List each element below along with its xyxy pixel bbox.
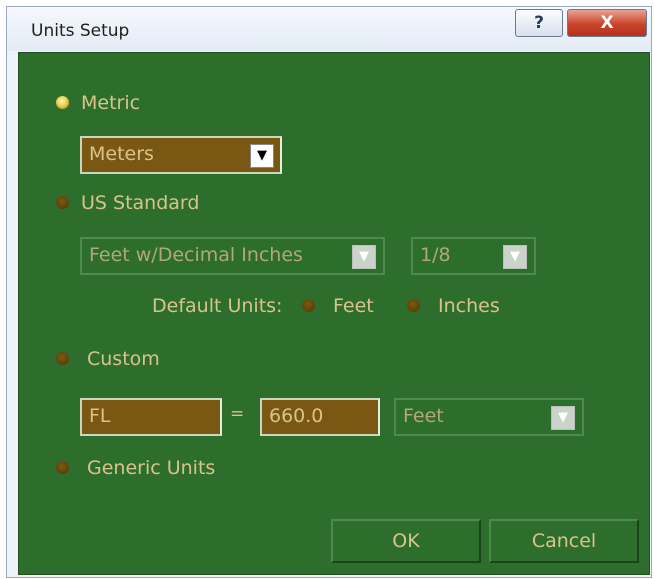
chevron-down-icon[interactable]: ▼ xyxy=(551,406,575,430)
us-fraction-value: 1/8 xyxy=(420,244,451,266)
us-format-value: Feet w/Decimal Inches xyxy=(89,244,303,266)
feet-label[interactable]: Feet xyxy=(333,295,374,317)
chevron-down-icon[interactable]: ▼ xyxy=(503,245,527,269)
us-fraction-dropdown[interactable]: 1/8 ▼ xyxy=(411,237,536,275)
units-panel: Metric Meters ▼ US Standard Feet w/Decim… xyxy=(18,52,650,575)
custom-amount-input[interactable]: 660.0 xyxy=(260,398,380,436)
feet-radio[interactable] xyxy=(302,299,315,312)
ok-label: OK xyxy=(392,530,420,552)
us-standard-label[interactable]: US Standard xyxy=(81,192,199,214)
inches-radio[interactable] xyxy=(407,299,420,312)
chevron-down-icon[interactable]: ▼ xyxy=(250,144,274,168)
chevron-down-icon[interactable]: ▼ xyxy=(352,245,376,269)
cancel-button[interactable]: Cancel xyxy=(489,519,639,563)
title-bar[interactable]: Units Setup ? X xyxy=(7,7,651,51)
units-setup-dialog: Units Setup ? X Metric Meters ▼ US Stand… xyxy=(6,6,652,578)
inches-label[interactable]: Inches xyxy=(438,295,500,317)
ok-button[interactable]: OK xyxy=(331,519,481,563)
custom-amount-value: 660.0 xyxy=(269,405,324,427)
metric-radio[interactable] xyxy=(56,96,69,109)
cancel-label: Cancel xyxy=(531,530,597,552)
close-icon: X xyxy=(600,13,614,33)
metric-label[interactable]: Metric xyxy=(81,92,140,114)
custom-unit-value: Feet xyxy=(403,405,444,427)
custom-unit-dropdown[interactable]: Feet ▼ xyxy=(394,398,584,436)
default-units-label: Default Units: xyxy=(152,295,283,317)
generic-units-label[interactable]: Generic Units xyxy=(87,457,215,479)
us-format-dropdown[interactable]: Feet w/Decimal Inches ▼ xyxy=(80,237,385,275)
us-standard-radio[interactable] xyxy=(56,196,69,209)
metric-unit-value: Meters xyxy=(89,143,154,165)
custom-label[interactable]: Custom xyxy=(87,348,160,370)
close-button[interactable]: X xyxy=(567,9,647,37)
custom-name-input[interactable]: FL xyxy=(80,398,222,436)
help-button[interactable]: ? xyxy=(515,9,563,37)
generic-units-radio[interactable] xyxy=(56,461,69,474)
metric-unit-dropdown[interactable]: Meters ▼ xyxy=(80,136,282,174)
question-icon: ? xyxy=(534,13,544,33)
dialog-title: Units Setup xyxy=(31,21,130,41)
custom-radio[interactable] xyxy=(56,352,69,365)
custom-name-value: FL xyxy=(89,405,111,427)
equals-sign: = xyxy=(230,404,245,424)
